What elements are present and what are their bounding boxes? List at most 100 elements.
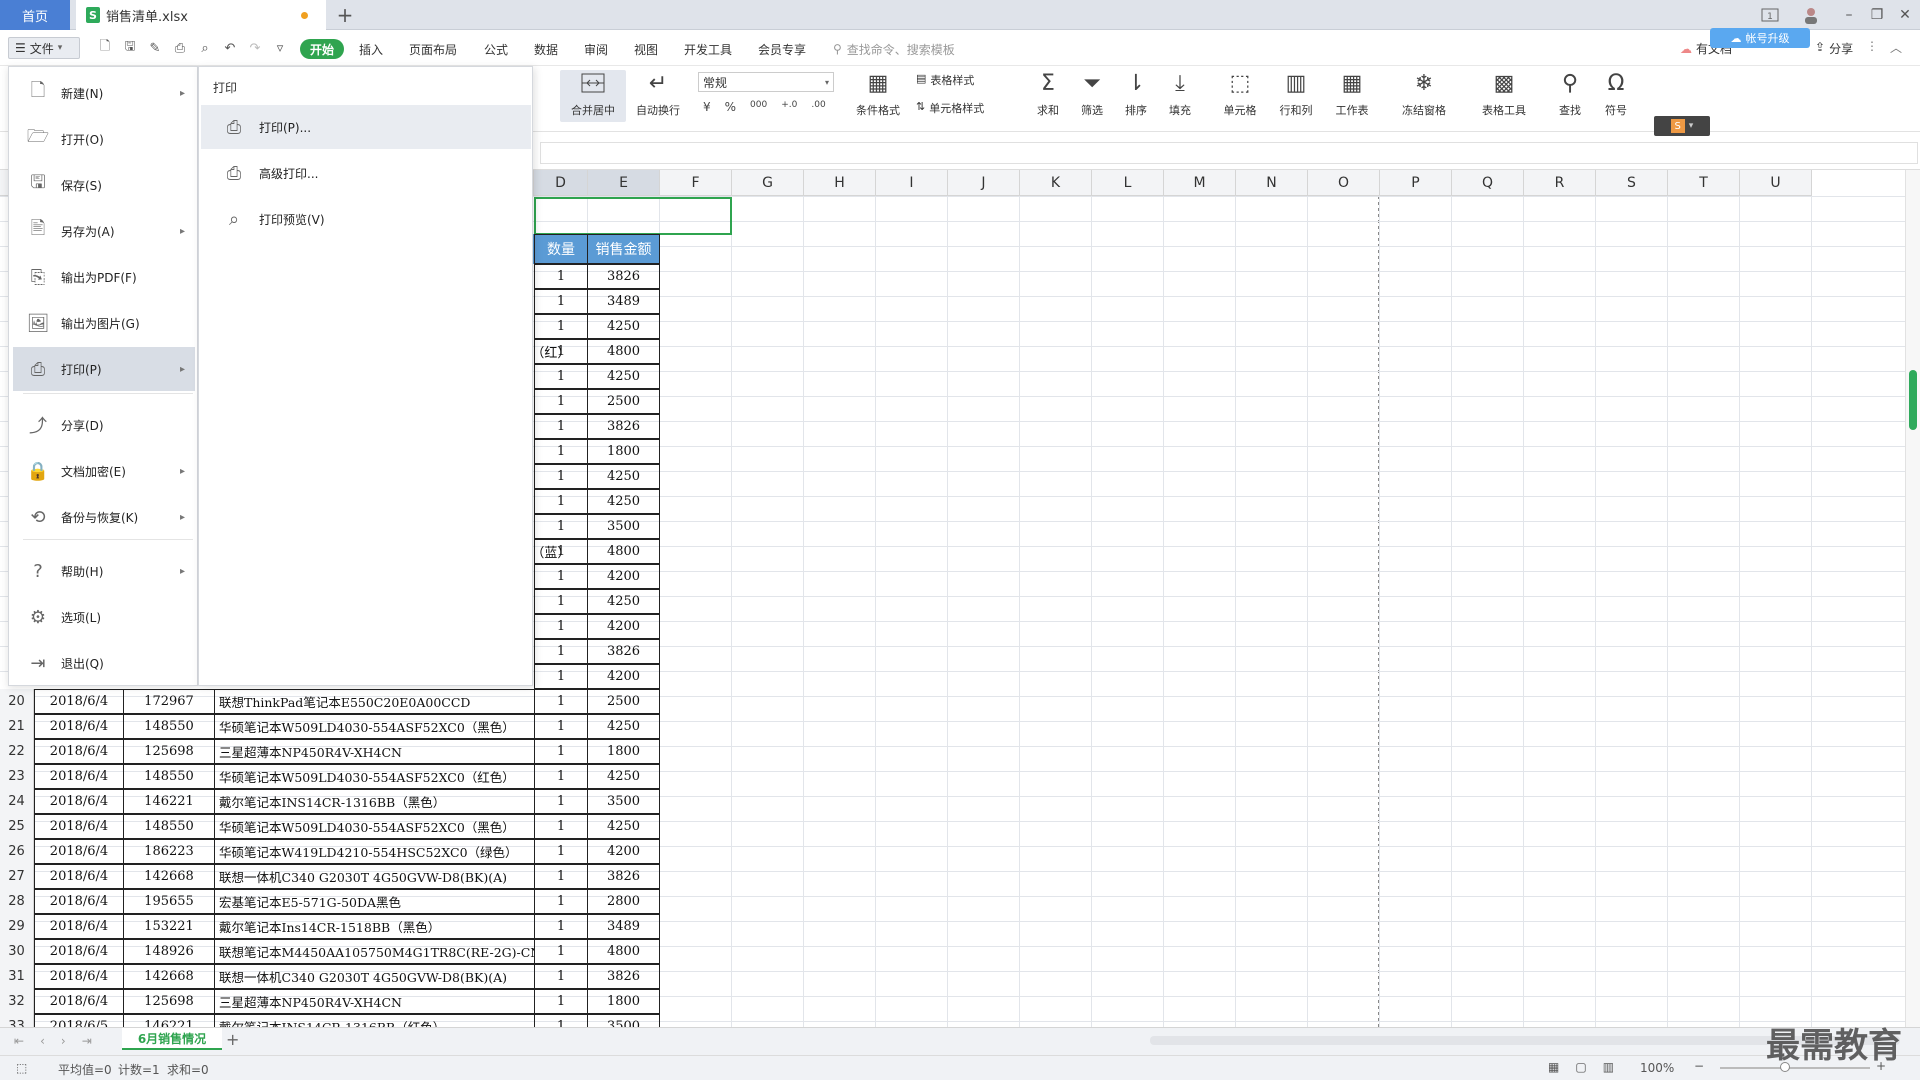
date-cell[interactable]: 2018/6/4: [34, 914, 124, 939]
undo-icon[interactable]: ↶: [221, 39, 239, 57]
file-menu-item-5[interactable]: 🖼 输出为图片(G): [13, 301, 195, 345]
qty-cell[interactable]: 1: [534, 989, 588, 1014]
code-cell[interactable]: 125698: [123, 739, 215, 764]
increase-decimal-button[interactable]: +.0: [781, 100, 797, 114]
qty-cell[interactable]: 1: [534, 314, 588, 339]
print-submenu-item-2[interactable]: ⌕ 打印预览(V): [201, 197, 531, 241]
amount-cell[interactable]: 1800: [587, 739, 660, 764]
column-header-f[interactable]: F: [660, 170, 732, 196]
amount-cell[interactable]: 3500: [587, 1014, 660, 1027]
amount-cell[interactable]: 3826: [587, 639, 660, 664]
decrease-decimal-button[interactable]: .00: [811, 100, 825, 114]
product-name-cell[interactable]: 戴尔笔记本Ins14CR-1518BB（黑色）: [214, 914, 535, 939]
product-name-cell[interactable]: 华硕笔记本W419LD4210-554HSC52XC0（绿色）: [214, 839, 535, 864]
amount-cell[interactable]: 3489: [587, 914, 660, 939]
column-header-o[interactable]: O: [1308, 170, 1380, 196]
tab-view[interactable]: 视图: [634, 39, 658, 59]
qty-cell[interactable]: 1: [534, 289, 588, 314]
formula-input[interactable]: [540, 142, 1918, 164]
product-name-cell[interactable]: 联想一体机C340 G2030T 4G50GVW-D8(BK)(A): [214, 864, 535, 889]
qty-cell[interactable]: 1: [534, 539, 588, 564]
qty-cell[interactable]: 1: [534, 664, 588, 689]
qty-cell[interactable]: 1: [534, 914, 588, 939]
amount-cell[interactable]: 2500: [587, 689, 660, 714]
file-menu-item-1[interactable]: 🗁 打开(O): [13, 117, 195, 161]
tab-insert[interactable]: 插入: [359, 39, 383, 59]
product-name-cell[interactable]: 联想ThinkPad笔记本E550C20E0A00CCD: [214, 689, 535, 714]
file-menu-item-11[interactable]: ⚙ 选项(L): [13, 595, 195, 639]
minimize-icon[interactable]: –: [1838, 4, 1860, 26]
row-number[interactable]: 25: [0, 814, 34, 839]
find-button[interactable]: ⚲ 查找: [1552, 70, 1588, 118]
date-cell[interactable]: 2018/6/4: [34, 889, 124, 914]
cell-button[interactable]: ⬚ 单元格: [1218, 70, 1262, 118]
column-header-k[interactable]: K: [1020, 170, 1092, 196]
code-cell[interactable]: 148926: [123, 939, 215, 964]
row-number[interactable]: 24: [0, 789, 34, 814]
conditional-format-button[interactable]: ▦ 条件格式: [850, 70, 906, 118]
code-cell[interactable]: 146221: [123, 1014, 215, 1027]
page-break-view-icon[interactable]: ▥: [1603, 1060, 1614, 1074]
new-doc-icon[interactable]: 🗋: [96, 39, 114, 57]
column-header-e[interactable]: E: [588, 170, 660, 196]
qty-cell[interactable]: 1: [534, 964, 588, 989]
product-name-cell[interactable]: 戴尔笔记本INS14CR-1316BB（黑色）: [214, 789, 535, 814]
share-button[interactable]: ⇪ 分享: [1815, 40, 1853, 57]
amount-cell[interactable]: 4200: [587, 839, 660, 864]
ime-toolbar[interactable]: S ▾: [1654, 116, 1710, 136]
tab-formula[interactable]: 公式: [484, 39, 508, 59]
product-name-cell[interactable]: 三星超薄本NP450R4V-XH4CN: [214, 739, 535, 764]
product-name-cell[interactable]: 三星超薄本NP450R4V-XH4CN: [214, 989, 535, 1014]
amount-cell[interactable]: 4250: [587, 489, 660, 514]
maximize-icon[interactable]: ❐: [1866, 4, 1888, 26]
first-sheet-icon[interactable]: ⇤: [14, 1034, 24, 1048]
amount-cell[interactable]: 4800: [587, 539, 660, 564]
row-number[interactable]: 31: [0, 964, 34, 989]
new-tab-button[interactable]: +: [334, 3, 356, 27]
print-icon[interactable]: ⎙: [171, 39, 189, 57]
account-upgrade-badge[interactable]: ☁ 帐号升级: [1710, 28, 1810, 48]
fill-button[interactable]: ⤓ 填充: [1162, 70, 1198, 118]
page-count-icon[interactable]: 1: [1759, 4, 1781, 26]
product-name-cell[interactable]: 华硕笔记本W509LD4030-554ASF52XC0（黑色）: [214, 814, 535, 839]
column-header-j[interactable]: J: [948, 170, 1020, 196]
code-cell[interactable]: 142668: [123, 964, 215, 989]
tab-review[interactable]: 审阅: [584, 39, 608, 59]
code-cell[interactable]: 195655: [123, 889, 215, 914]
file-menu-item-8[interactable]: 🔒 文档加密(E) ▸: [13, 449, 195, 493]
row-number[interactable]: 22: [0, 739, 34, 764]
print-submenu-item-0[interactable]: ⎙ 打印(P)...: [201, 105, 531, 149]
zoom-level[interactable]: 100%: [1640, 1061, 1674, 1075]
table-tools-button[interactable]: ▩ 表格工具: [1474, 70, 1534, 118]
product-name-cell[interactable]: 戴尔笔记本INS14CR-1316BB（红色）: [214, 1014, 535, 1027]
date-cell[interactable]: 2018/6/4: [34, 764, 124, 789]
row-number[interactable]: 32: [0, 989, 34, 1014]
date-cell[interactable]: 2018/6/5: [34, 1014, 124, 1027]
column-header-l[interactable]: L: [1092, 170, 1164, 196]
amount-cell[interactable]: 3826: [587, 864, 660, 889]
symbol-button[interactable]: Ω 符号: [1598, 70, 1634, 118]
file-menu-item-12[interactable]: ⇥ 退出(Q): [13, 641, 195, 685]
next-sheet-icon[interactable]: ›: [61, 1034, 66, 1048]
qty-cell[interactable]: 1: [534, 714, 588, 739]
date-cell[interactable]: 2018/6/4: [34, 814, 124, 839]
amount-cell[interactable]: 3500: [587, 789, 660, 814]
product-name-cell[interactable]: 联想一体机C340 G2030T 4G50GVW-D8(BK)(A): [214, 964, 535, 989]
file-menu-button[interactable]: ☰ 文件 ▾: [8, 37, 80, 59]
row-number[interactable]: 27: [0, 864, 34, 889]
filter-button[interactable]: ⏷ 筛选: [1074, 70, 1110, 118]
amount-cell[interactable]: 4250: [587, 314, 660, 339]
column-header-p[interactable]: P: [1380, 170, 1452, 196]
amount-cell[interactable]: 1800: [587, 989, 660, 1014]
table-style-button[interactable]: ▤ 表格样式: [916, 72, 974, 88]
amount-cell[interactable]: 3489: [587, 289, 660, 314]
qty-cell[interactable]: 1: [534, 464, 588, 489]
row-col-button[interactable]: ▥ 行和列: [1274, 70, 1318, 118]
number-format-select[interactable]: 常规 ▾: [698, 72, 834, 92]
qty-cell[interactable]: 1: [534, 414, 588, 439]
date-cell[interactable]: 2018/6/4: [34, 989, 124, 1014]
amount-cell[interactable]: 4250: [587, 814, 660, 839]
merge-center-button[interactable]: 合并居中: [562, 70, 624, 118]
code-cell[interactable]: 146221: [123, 789, 215, 814]
date-cell[interactable]: 2018/6/4: [34, 939, 124, 964]
